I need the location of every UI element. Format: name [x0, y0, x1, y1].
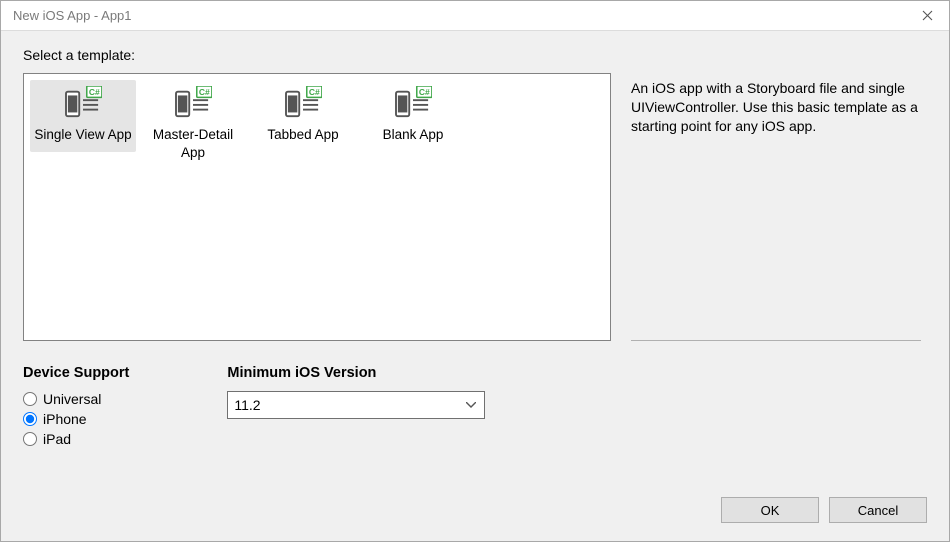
svg-text:C#: C# — [199, 87, 210, 97]
csharp-app-icon: C# — [64, 86, 102, 120]
device-radio[interactable] — [23, 392, 37, 406]
min-version-group: Minimum iOS Version 11.2 — [227, 365, 485, 451]
divider — [631, 340, 921, 341]
button-row: OK Cancel — [23, 479, 927, 523]
template-item[interactable]: C# Tabbed App — [250, 80, 356, 152]
device-support-group: Device Support Universal iPhone iPad — [23, 365, 129, 451]
device-option[interactable]: iPhone — [23, 411, 129, 427]
device-option[interactable]: Universal — [23, 391, 129, 407]
min-version-select[interactable]: 11.2 — [227, 391, 485, 419]
template-label: Tabbed App — [267, 126, 338, 144]
options-row: Device Support Universal iPhone iPad Minim… — [23, 365, 927, 451]
cancel-button[interactable]: Cancel — [829, 497, 927, 523]
content-area: Select a template: C# Single View App — [1, 31, 949, 541]
titlebar: New iOS App - App1 — [1, 1, 949, 31]
template-label: Master-Detail App — [144, 126, 242, 161]
template-description: An iOS app with a Storyboard file and si… — [631, 79, 921, 332]
svg-text:C#: C# — [89, 87, 100, 97]
template-item[interactable]: C# Master-Detail App — [140, 80, 246, 169]
main-row: C# Single View App C# Master-Detail App … — [23, 73, 927, 341]
template-item[interactable]: C# Single View App — [30, 80, 136, 152]
device-radio[interactable] — [23, 412, 37, 426]
template-label: Blank App — [383, 126, 444, 144]
device-radio[interactable] — [23, 432, 37, 446]
csharp-app-icon: C# — [284, 86, 322, 120]
template-list[interactable]: C# Single View App C# Master-Detail App … — [23, 73, 611, 341]
device-radio-group: Universal iPhone iPad — [23, 391, 129, 451]
svg-text:C#: C# — [309, 87, 320, 97]
template-label: Single View App — [34, 126, 131, 144]
svg-text:C#: C# — [419, 87, 430, 97]
ok-button[interactable]: OK — [721, 497, 819, 523]
close-button[interactable] — [915, 4, 939, 28]
device-option-label: Universal — [43, 391, 101, 407]
prompt-label: Select a template: — [23, 47, 927, 63]
device-option[interactable]: iPad — [23, 431, 129, 447]
device-option-label: iPhone — [43, 411, 87, 427]
dialog-window: New iOS App - App1 Select a template: C#… — [0, 0, 950, 542]
min-version-heading: Minimum iOS Version — [227, 365, 485, 381]
template-item[interactable]: C# Blank App — [360, 80, 466, 152]
device-support-heading: Device Support — [23, 365, 129, 381]
device-option-label: iPad — [43, 431, 71, 447]
window-title: New iOS App - App1 — [13, 8, 132, 23]
close-icon — [922, 10, 933, 21]
csharp-app-icon: C# — [174, 86, 212, 120]
csharp-app-icon: C# — [394, 86, 432, 120]
description-pane: An iOS app with a Storyboard file and si… — [629, 73, 927, 341]
